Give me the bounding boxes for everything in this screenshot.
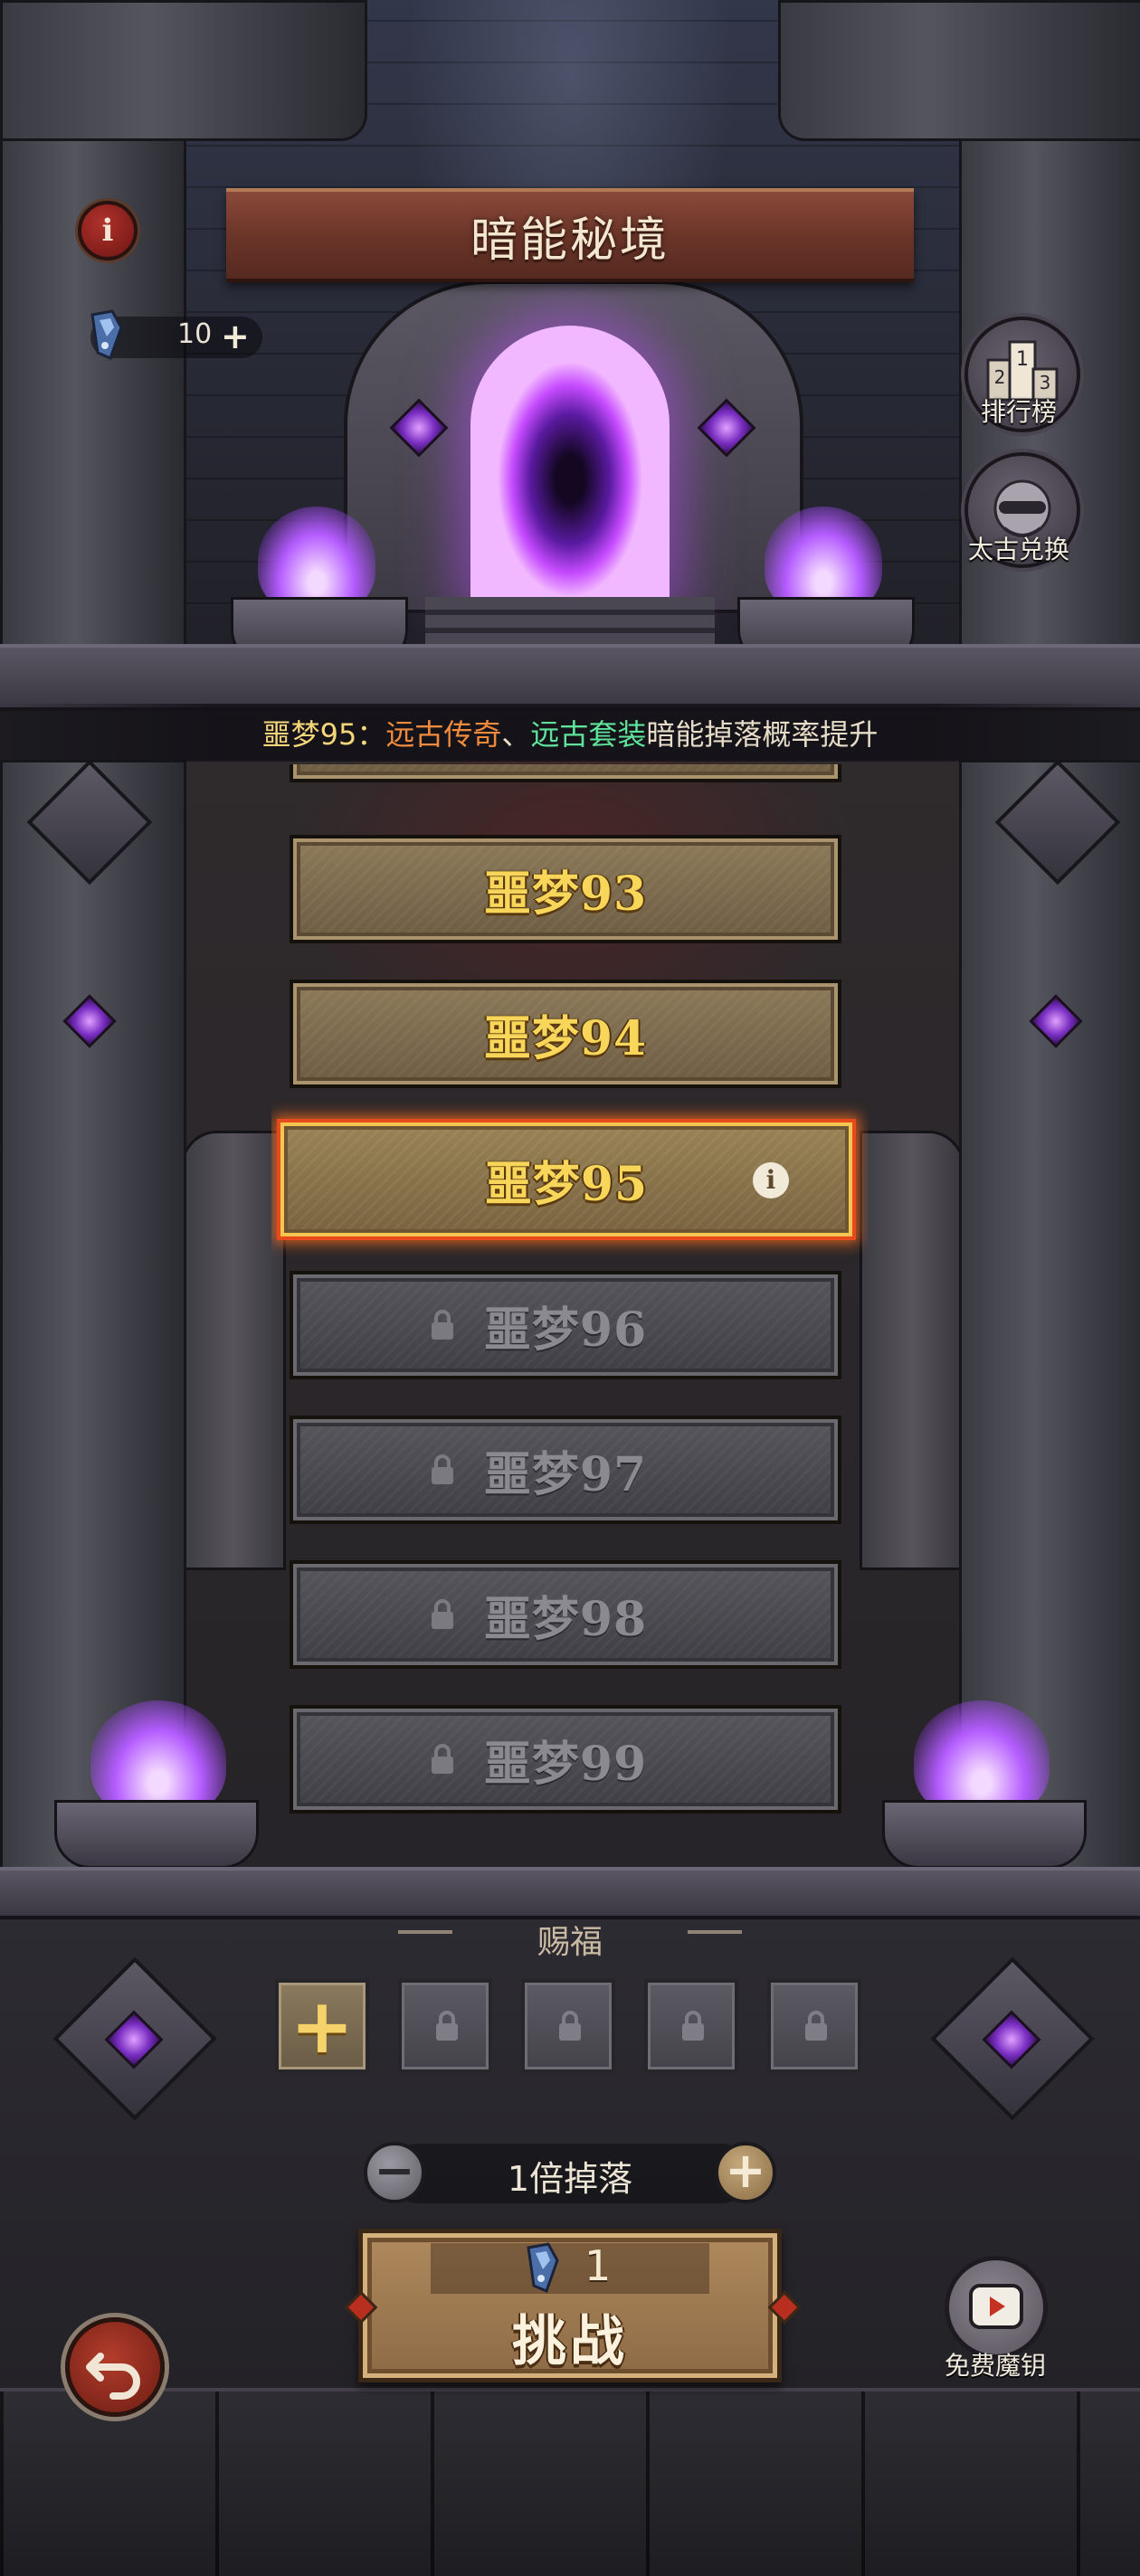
blessing-slot-locked[interactable]: [644, 1979, 738, 2073]
brazier-lower-left: [54, 1800, 259, 1869]
level-label: 噩梦97: [483, 1446, 648, 1502]
level-label: 噩梦99: [483, 1736, 648, 1792]
level-label: 噩梦93: [483, 866, 648, 922]
exchange-label: 太古兑换: [967, 535, 1069, 564]
top-left-stone: [0, 0, 367, 141]
blessing-slot-locked[interactable]: [767, 1979, 861, 2073]
drop-rate-notice: 噩梦95： 远古传奇、远古套装 暗能掉落概率提升: [0, 704, 1140, 762]
blessing-slot-locked[interactable]: [398, 1979, 492, 2073]
leaderboard-label: 排行榜: [980, 397, 1057, 427]
blessing-slot-locked[interactable]: [521, 1979, 615, 2073]
free-key-video-button[interactable]: [945, 2256, 1048, 2359]
level-item-96[interactable]: 噩梦96: [290, 1271, 841, 1379]
floor-tiles: [0, 2388, 1140, 2576]
video-play-icon: [969, 2284, 1023, 2329]
level-label: 噩梦95: [484, 1156, 649, 1212]
challenge-label[interactable]: 挑战: [358, 2297, 782, 2376]
level-item-98[interactable]: 噩梦98: [290, 1560, 841, 1669]
free-key-label: 免费魔钥: [944, 2351, 1046, 2381]
svg-text:1: 1: [1016, 348, 1029, 371]
back-arrow-icon: [86, 2353, 140, 2400]
key-icon: [90, 309, 123, 360]
svg-text:2: 2: [994, 366, 1006, 388]
title-banner: 暗能秘境: [226, 188, 914, 282]
notice-text: 暗能掉落概率提升: [646, 717, 879, 752]
back-button[interactable]: [65, 2317, 165, 2417]
level-item-95-selected[interactable]: 噩梦95 i: [277, 1119, 856, 1240]
add-key-plus-icon[interactable]: +: [221, 317, 250, 356]
level-label: 噩梦98: [483, 1591, 648, 1647]
notice-item-set: 远古套装: [530, 717, 647, 752]
arch-left: [181, 1131, 286, 1570]
lock-icon: [432, 1599, 453, 1629]
plus-icon: +: [290, 1982, 355, 2070]
key-count: 10: [177, 318, 213, 350]
notice-level: 噩梦95：: [261, 717, 386, 752]
svg-text:3: 3: [1040, 372, 1051, 393]
level-item-97[interactable]: 噩梦97: [290, 1416, 841, 1524]
lock-icon: [432, 1310, 453, 1340]
level-item-99[interactable]: 噩梦99: [290, 1705, 841, 1814]
purple-portal: [470, 326, 670, 606]
level-item-94[interactable]: 噩梦94: [290, 980, 841, 1088]
lock-icon: [682, 2011, 704, 2041]
plus-icon: +: [725, 2142, 766, 2199]
level-info-icon[interactable]: i: [753, 1162, 789, 1198]
blessing-slot-add[interactable]: +: [275, 1979, 369, 2073]
level-item-93[interactable]: 噩梦93: [290, 835, 841, 943]
notice-separator: 、: [501, 717, 531, 752]
lock-icon: [436, 2011, 458, 2041]
multiplier-label: 1倍掉落: [507, 2159, 633, 2199]
level-label: 噩梦96: [483, 1302, 648, 1358]
minus-icon: −: [374, 2142, 415, 2199]
lock-icon: [432, 1454, 453, 1484]
decrease-multiplier-button[interactable]: −: [364, 2142, 425, 2203]
lock-icon: [559, 2011, 581, 2041]
level-label: 噩梦94: [483, 1010, 648, 1066]
portal-stairs: [425, 597, 715, 651]
increase-multiplier-button[interactable]: +: [715, 2142, 776, 2203]
lower-ledge: [0, 1867, 1140, 1919]
info-icon: i: [101, 213, 114, 249]
blessing-deco-right: [688, 1930, 742, 1934]
upper-ledge: [0, 644, 1140, 711]
arch-right: [860, 1131, 964, 1570]
page-title: 暗能秘境: [470, 213, 670, 268]
blessing-deco-left: [398, 1930, 452, 1934]
top-right-stone: [778, 0, 1140, 141]
level-list[interactable]: 噩梦93 噩梦94 噩梦95 i 噩梦96 噩梦97 噩梦98 噩梦99: [271, 764, 869, 1827]
brazier-lower-right: [882, 1800, 1087, 1869]
info-button[interactable]: i: [78, 201, 138, 260]
notice-item-legendary: 远古传奇: [385, 717, 502, 752]
key-icon: [527, 2242, 559, 2294]
lock-icon: [805, 2011, 827, 2041]
blessing-label: 赐福: [537, 1924, 603, 1961]
level-item-partial[interactable]: [290, 764, 841, 782]
challenge-cost: 1: [584, 2241, 612, 2290]
lock-icon: [432, 1744, 453, 1774]
challenge-cost-band: [431, 2243, 709, 2294]
